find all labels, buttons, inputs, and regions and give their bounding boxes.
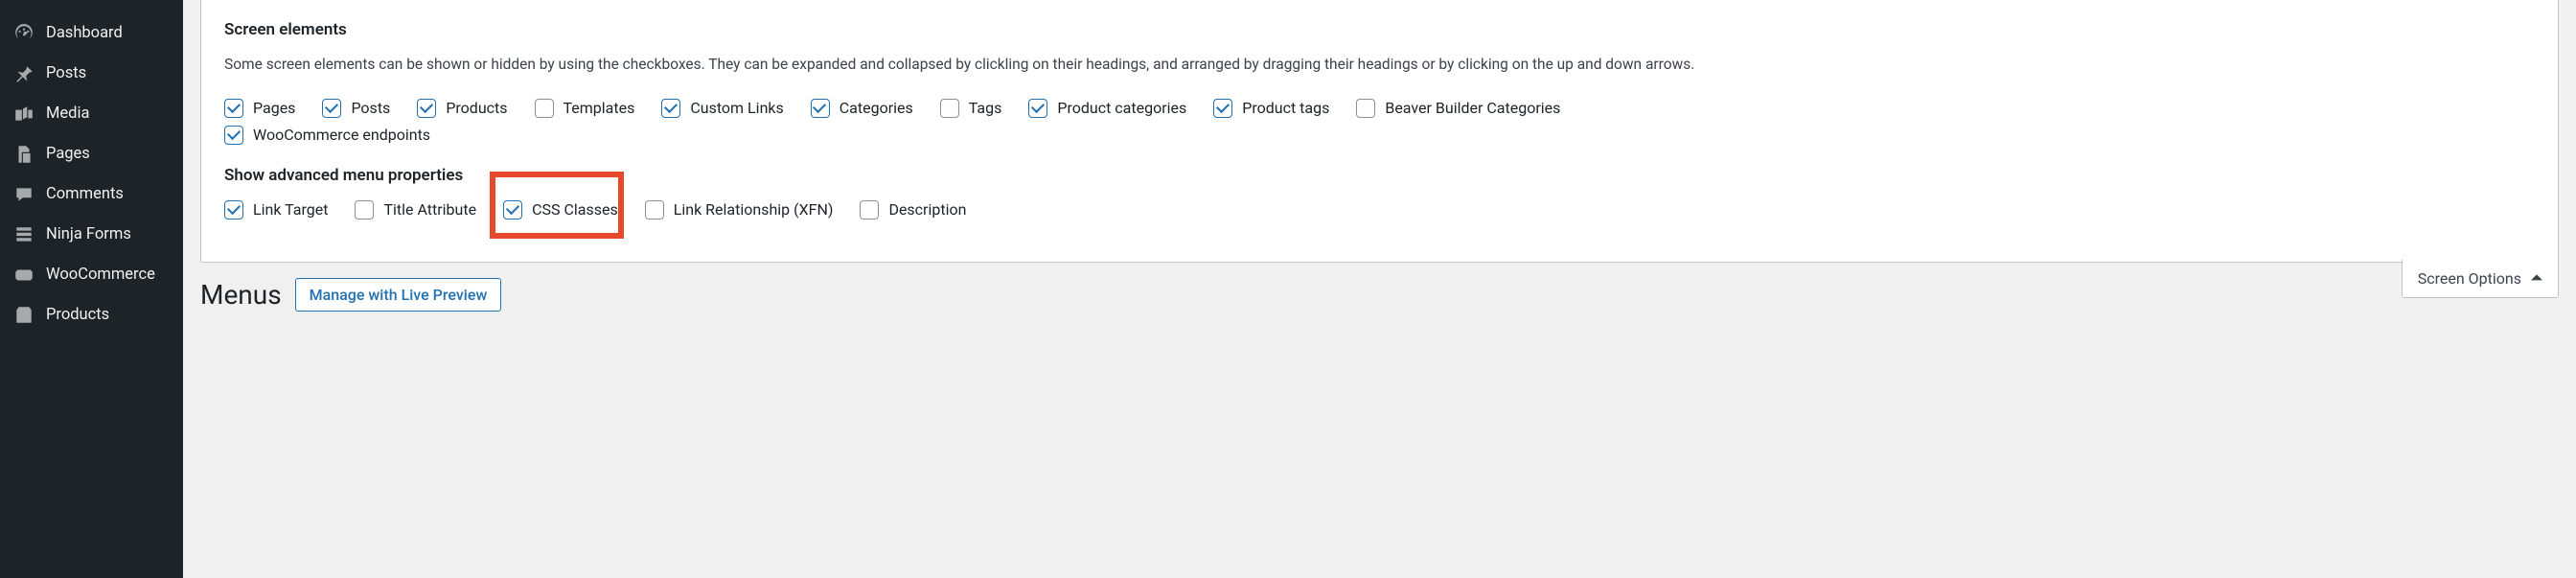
screen-element-checkbox-input[interactable] xyxy=(1356,99,1375,118)
screen-element-checkbox[interactable]: Product tags xyxy=(1213,99,1329,118)
screen-element-checkbox-label: Pages xyxy=(253,101,295,116)
screen-element-checkbox-input[interactable] xyxy=(811,99,830,118)
screen-element-checkbox-input[interactable] xyxy=(224,126,243,145)
manage-live-preview-button[interactable]: Manage with Live Preview xyxy=(295,278,502,312)
screen-element-checkbox-label: Templates xyxy=(564,101,635,116)
sidebar-item-pages[interactable]: Pages xyxy=(0,134,183,174)
pages-icon xyxy=(13,144,34,165)
screen-element-checkbox-input[interactable] xyxy=(1213,99,1232,118)
sidebar-item-comments[interactable]: Comments xyxy=(0,174,183,215)
advanced-property-checkbox[interactable]: Title Attribute xyxy=(355,200,476,220)
advanced-property-checkbox-input[interactable] xyxy=(503,200,522,220)
screen-elements-description: Some screen elements can be shown or hid… xyxy=(224,55,2535,76)
media-icon xyxy=(13,104,34,125)
screen-element-checkbox-input[interactable] xyxy=(535,99,554,118)
gauge-icon xyxy=(13,23,34,44)
sidebar-item-posts[interactable]: Posts xyxy=(0,54,183,94)
advanced-property-checkbox-label: CSS Classes xyxy=(532,202,618,218)
form-icon xyxy=(13,224,34,245)
sidebar-item-label: WooCommerce xyxy=(46,267,155,284)
sidebar-item-ninja-forms[interactable]: Ninja Forms xyxy=(0,215,183,255)
sidebar-item-label: Ninja Forms xyxy=(46,227,131,243)
screen-element-checkbox[interactable]: Products xyxy=(417,99,507,118)
page-titlebar: Menus Manage with Live Preview xyxy=(200,278,2559,312)
screen-element-checkbox-input[interactable] xyxy=(417,99,436,118)
screen-element-checkbox-label: Tags xyxy=(969,101,1002,116)
advanced-property-checkbox-label: Title Attribute xyxy=(383,202,476,218)
screen-element-checkbox-label: Posts xyxy=(351,101,390,116)
sidebar-item-label: Posts xyxy=(46,66,86,82)
screen-elements-checkboxes-overflow: WooCommerce endpoints xyxy=(224,126,2535,145)
screen-element-checkbox-label: Custom Links xyxy=(690,101,783,116)
advanced-property-checkbox[interactable]: Link Relationship (XFN) xyxy=(645,200,834,220)
screen-element-checkbox-label: WooCommerce endpoints xyxy=(253,127,430,143)
advanced-property-checkbox[interactable]: Description xyxy=(860,200,966,220)
caret-up-icon xyxy=(2531,269,2542,288)
admin-sidebar: Dashboard Posts Media Pages Comments xyxy=(0,0,183,578)
screen-element-checkbox[interactable]: Product categories xyxy=(1028,99,1186,118)
screen-element-checkbox-label: Product tags xyxy=(1242,101,1329,116)
screen-element-checkbox[interactable]: WooCommerce endpoints xyxy=(224,126,430,145)
screen-element-checkbox-input[interactable] xyxy=(224,99,243,118)
screen-element-checkbox[interactable]: Templates xyxy=(535,99,635,118)
advanced-properties-heading: Show advanced menu properties xyxy=(224,166,2535,185)
screen-elements-heading: Screen elements xyxy=(224,20,2535,39)
sidebar-item-woocommerce[interactable]: WooCommerce xyxy=(0,255,183,295)
screen-element-checkbox-label: Product categories xyxy=(1057,101,1186,116)
screen-element-checkbox-label: Beaver Builder Categories xyxy=(1385,101,1560,116)
sidebar-item-label: Pages xyxy=(46,147,90,163)
advanced-property-checkbox-input[interactable] xyxy=(224,200,243,220)
screen-options-label: Screen Options xyxy=(2418,269,2521,288)
advanced-property-checkbox-label: Link Relationship (XFN) xyxy=(674,202,834,218)
advanced-property-checkbox-label: Link Target xyxy=(253,202,328,218)
screen-element-checkbox-input[interactable] xyxy=(661,99,680,118)
sidebar-item-dashboard[interactable]: Dashboard xyxy=(0,13,183,54)
app-root: Dashboard Posts Media Pages Comments xyxy=(0,0,2576,578)
screen-element-checkbox[interactable]: Pages xyxy=(224,99,295,118)
screen-element-checkbox-label: Categories xyxy=(840,101,913,116)
screen-elements-checkboxes: Pages Posts Products Templates Custom Links C… xyxy=(224,99,2535,118)
screen-element-checkbox-input[interactable] xyxy=(1028,99,1047,118)
screen-element-checkbox[interactable]: Tags xyxy=(940,99,1002,118)
advanced-property-checkbox-input[interactable] xyxy=(355,200,374,220)
sidebar-item-label: Dashboard xyxy=(46,26,123,42)
advanced-property-checkbox[interactable]: CSS Classes xyxy=(503,200,618,220)
screen-options-panel: Screen elements Some screen elements can… xyxy=(200,0,2559,263)
page-title: Menus xyxy=(200,279,282,311)
screen-element-checkbox[interactable]: Custom Links xyxy=(661,99,783,118)
sidebar-item-label: Comments xyxy=(46,187,124,203)
sidebar-item-label: Media xyxy=(46,106,89,123)
advanced-property-checkbox-label: Description xyxy=(888,202,966,218)
advanced-property-checkbox[interactable]: Link Target xyxy=(224,200,328,220)
comment-icon xyxy=(13,184,34,205)
screen-element-checkbox[interactable]: Beaver Builder Categories xyxy=(1356,99,1560,118)
screen-element-checkbox-input[interactable] xyxy=(940,99,959,118)
screen-element-checkbox-label: Products xyxy=(446,101,507,116)
screen-element-checkbox[interactable]: Posts xyxy=(322,99,390,118)
advanced-property-checkbox-input[interactable] xyxy=(645,200,664,220)
sidebar-item-media[interactable]: Media xyxy=(0,94,183,134)
screen-options-toggle[interactable]: Screen Options xyxy=(2402,260,2559,298)
advanced-property-checkbox-input[interactable] xyxy=(860,200,879,220)
sidebar-item-label: Products xyxy=(46,308,109,324)
main-content: Screen elements Some screen elements can… xyxy=(183,0,2576,578)
sidebar-item-products[interactable]: Products xyxy=(0,295,183,335)
advanced-properties-checkboxes: Link Target Title Attribute CSS Classes Lin… xyxy=(224,200,2535,220)
product-icon xyxy=(13,305,34,326)
pin-icon xyxy=(13,63,34,84)
screen-element-checkbox[interactable]: Categories xyxy=(811,99,913,118)
screen-element-checkbox-input[interactable] xyxy=(322,99,341,118)
woocommerce-icon xyxy=(13,265,34,286)
